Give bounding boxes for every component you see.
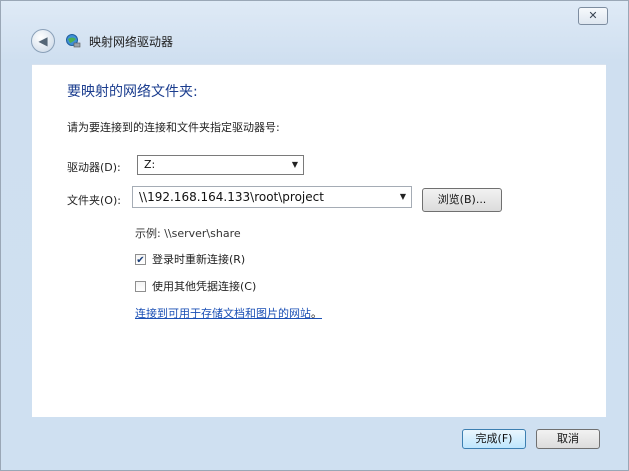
chevron-down-icon[interactable]: ▼ (400, 187, 406, 207)
chevron-down-icon: ▼ (291, 160, 298, 169)
finish-button[interactable]: 完成(F) (462, 429, 526, 449)
browse-button[interactable]: 浏览(B)... (422, 188, 502, 212)
folder-label: 文件夹(O): (67, 194, 121, 207)
other-credentials-checkbox-row[interactable]: 使用其他凭据连接(C) (135, 278, 256, 294)
page-title: 要映射的网络文件夹: (67, 84, 198, 100)
instruction-text: 请为要连接到的连接和文件夹指定驱动器号: (67, 121, 280, 134)
close-button[interactable]: ✕ (578, 7, 608, 25)
storage-website-link-text[interactable]: 连接到可用于存储文档和图片的网站 (135, 307, 311, 320)
reconnect-label: 登录时重新连接(R) (152, 253, 246, 266)
folder-value: \\192.168.164.133\root\project (139, 190, 324, 204)
cancel-button[interactable]: 取消 (536, 429, 600, 449)
window-title: 映射网络驱动器 (89, 34, 174, 49)
reconnect-checkbox[interactable]: ✔ (135, 253, 146, 266)
storage-website-link[interactable]: 连接到可用于存储文档和图片的网站。 (135, 305, 322, 321)
drive-label: 驱动器(D): (67, 161, 121, 174)
drive-letter-value: Z: (144, 158, 156, 171)
network-drive-icon (65, 33, 81, 49)
map-network-drive-window: ✕ ◀ 映射网络驱动器 要映射的网络文件夹: 请为要连接到的连接和文件夹指定驱动… (0, 0, 629, 471)
folder-input[interactable]: \\192.168.164.133\root\project ▼ (132, 186, 412, 208)
back-button[interactable]: ◀ (31, 29, 55, 53)
reconnect-checkbox-row[interactable]: ✔ 登录时重新连接(R) (135, 251, 245, 267)
other-credentials-label: 使用其他凭据连接(C) (152, 280, 257, 293)
drive-letter-select[interactable]: Z: ▼ (137, 155, 304, 175)
link-suffix: 。 (311, 307, 322, 320)
content-panel: 要映射的网络文件夹: 请为要连接到的连接和文件夹指定驱动器号: 驱动器(D): … (32, 64, 606, 417)
close-icon: ✕ (588, 9, 598, 22)
back-arrow-icon: ◀ (38, 34, 48, 48)
title-bar: ◀ 映射网络驱动器 (31, 29, 173, 53)
example-text: 示例: \\server\share (135, 227, 241, 240)
other-credentials-checkbox[interactable] (135, 280, 146, 292)
